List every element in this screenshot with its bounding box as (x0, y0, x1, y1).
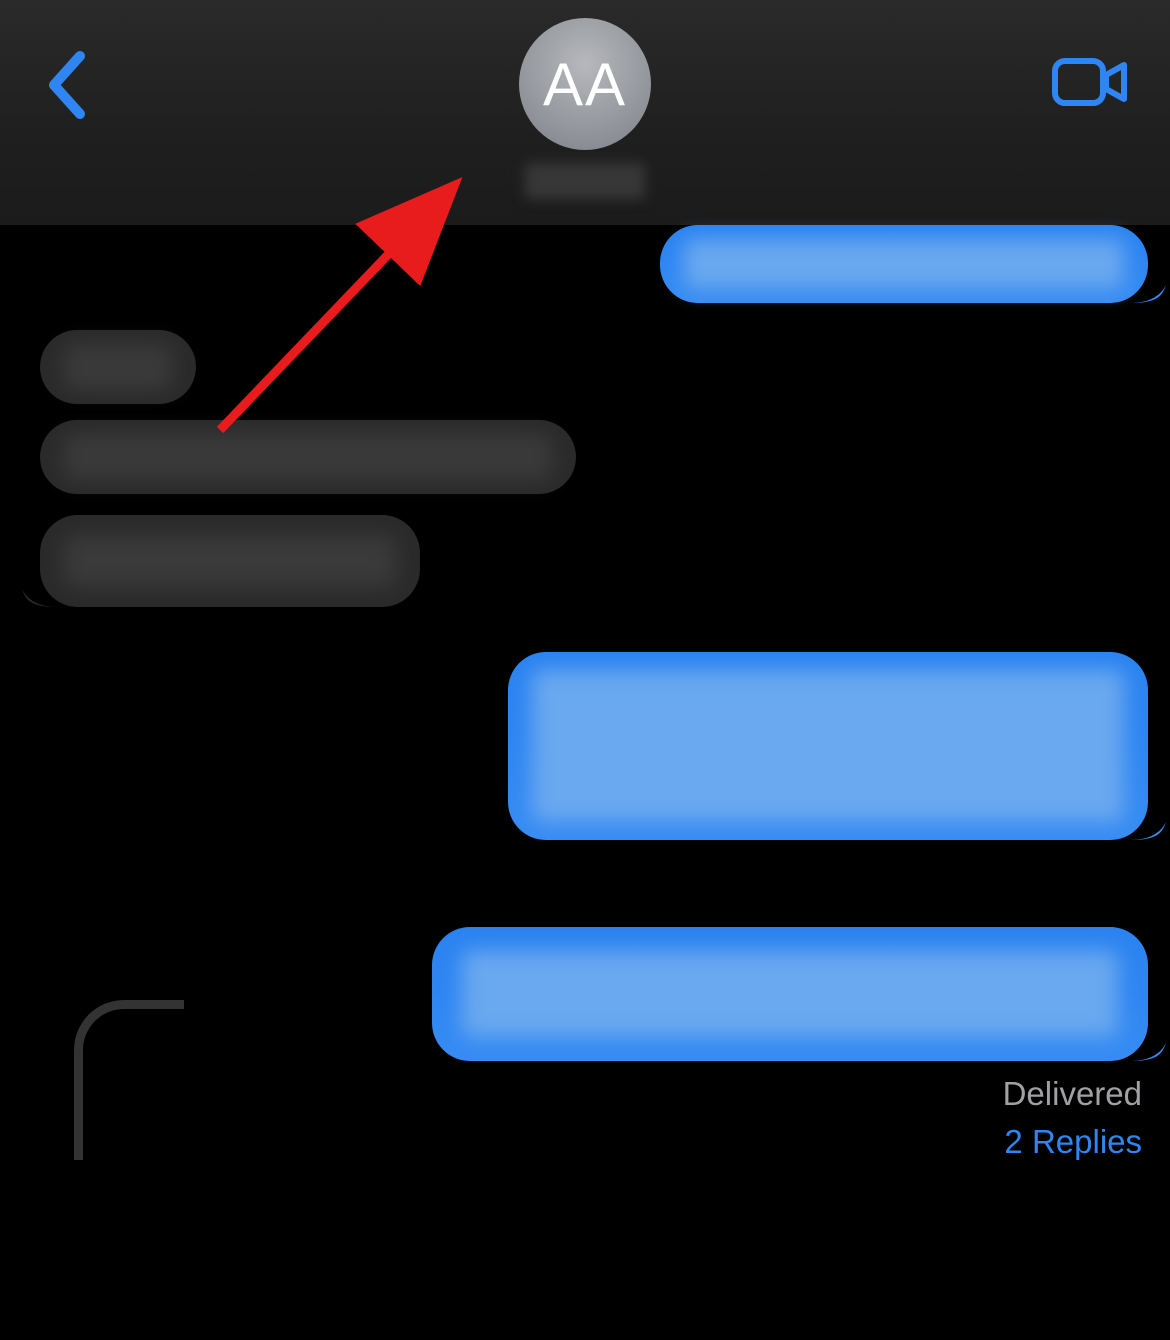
avatar-initials: AA (543, 50, 627, 119)
bubble-tail-icon (1130, 804, 1166, 840)
message-text (684, 239, 1124, 289)
conversation-header: AA (0, 0, 1170, 225)
message-text (462, 951, 1118, 1037)
message-bubble-sent[interactable] (660, 225, 1148, 303)
message-bubble-sent[interactable] (432, 927, 1148, 1061)
message-bubble-received[interactable] (40, 515, 420, 607)
message-text (532, 670, 1124, 822)
bubble-tail-icon (1130, 267, 1166, 303)
message-bubble-received[interactable] (40, 330, 196, 404)
message-text (64, 535, 396, 587)
facetime-button[interactable] (1052, 55, 1130, 109)
message-text (64, 434, 552, 480)
chevron-left-icon (42, 50, 92, 120)
delivery-status: Delivered (1003, 1075, 1142, 1113)
contact-avatar[interactable]: AA (519, 18, 651, 150)
message-bubble-sent[interactable] (508, 652, 1148, 840)
message-text (64, 344, 172, 390)
bubble-tail-icon (1130, 1025, 1166, 1061)
thread-reply-connector (74, 1000, 184, 1160)
contact-name[interactable] (525, 163, 645, 199)
video-camera-icon (1052, 55, 1130, 109)
back-button[interactable] (42, 50, 92, 120)
messages-thread: Delivered 2 Replies (0, 225, 1170, 1340)
bubble-tail-icon (22, 571, 58, 607)
thread-replies-link[interactable]: 2 Replies (1004, 1123, 1142, 1161)
message-bubble-received[interactable] (40, 420, 576, 494)
